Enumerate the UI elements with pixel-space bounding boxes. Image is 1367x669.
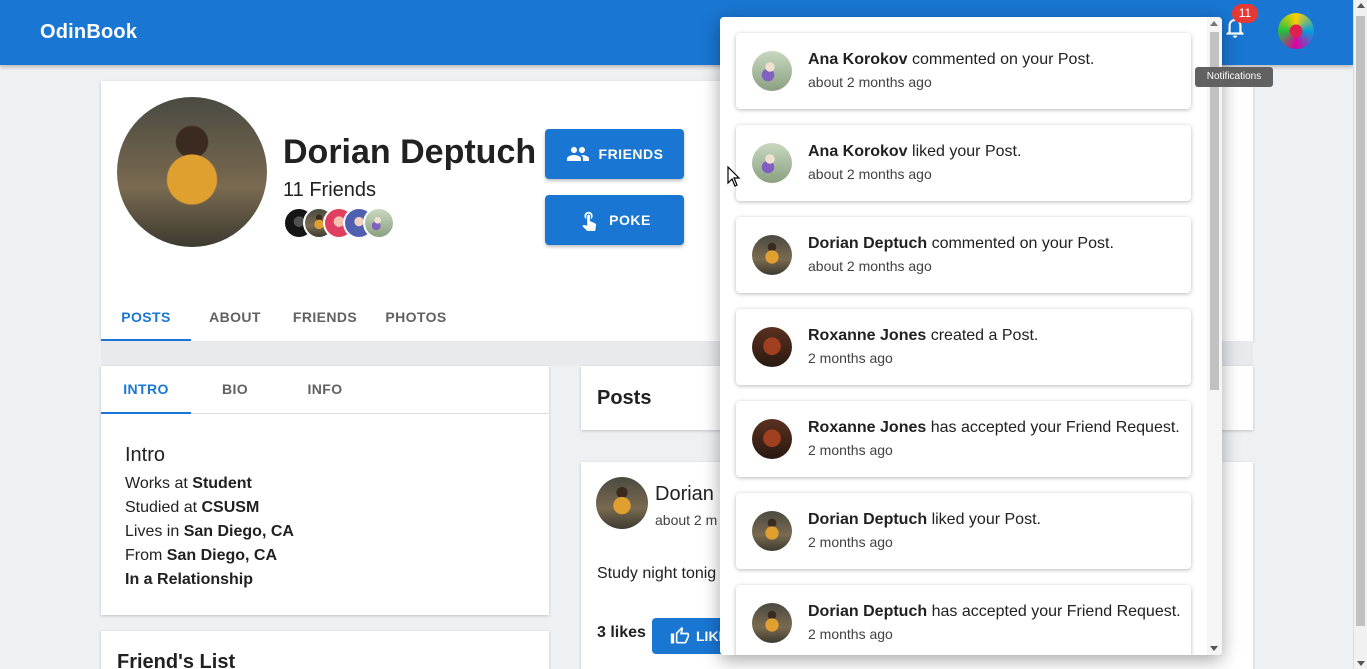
notification-badge: 11 bbox=[1232, 4, 1258, 23]
notification-user: Ana Korokov bbox=[808, 51, 908, 68]
posts-title: Posts bbox=[597, 387, 652, 409]
notification-text: Dorian Deptuch has accepted your Friend … bbox=[808, 603, 1181, 621]
notification-text: Ana Korokov liked your Post. bbox=[808, 143, 1021, 161]
intro-studied: Studied at CSUSM bbox=[125, 499, 260, 516]
panel-scrollbar[interactable] bbox=[1207, 17, 1222, 655]
friend-list-title: Friend's List bbox=[117, 651, 236, 669]
notifications-tooltip: Notifications bbox=[1195, 67, 1273, 87]
notification-item[interactable]: Dorian Deptuch liked your Post. 2 months … bbox=[736, 493, 1191, 569]
scroll-down-icon[interactable] bbox=[1210, 646, 1218, 651]
notification-time: about 2 months ago bbox=[808, 258, 932, 274]
tab-friends[interactable]: FRIENDS bbox=[287, 295, 363, 341]
intro-works: Works at Student bbox=[125, 475, 252, 492]
notification-text: Roxanne Jones has accepted your Friend R… bbox=[808, 419, 1180, 437]
avatar bbox=[752, 603, 792, 643]
notification-user: Dorian Deptuch bbox=[808, 603, 928, 620]
scroll-up-icon[interactable] bbox=[1210, 21, 1218, 26]
page-scrollbar[interactable] bbox=[1353, 0, 1367, 669]
avatar bbox=[752, 51, 792, 91]
intro-lives: Lives in San Diego, CA bbox=[125, 523, 294, 540]
notification-time: about 2 months ago bbox=[808, 74, 932, 90]
scroll-down-icon[interactable] bbox=[1357, 661, 1365, 666]
intro-title: Intro bbox=[125, 444, 166, 466]
notification-text: Ana Korokov commented on your Post. bbox=[808, 51, 1094, 69]
intro-relationship: In a Relationship bbox=[125, 571, 254, 588]
notification-item[interactable]: Dorian Deptuch has accepted your Friend … bbox=[736, 585, 1191, 655]
notification-user: Dorian Deptuch bbox=[808, 511, 928, 528]
notification-action: liked your Post. bbox=[927, 511, 1041, 528]
notification-action: has accepted your Friend Request. bbox=[927, 603, 1181, 620]
poke-button-label: POKE bbox=[609, 212, 651, 228]
friends-button[interactable]: FRIENDS bbox=[545, 129, 684, 179]
intro-card: INTRO BIO INFO Intro Works at Student St… bbox=[101, 366, 549, 615]
friends-button-label: FRIENDS bbox=[598, 146, 664, 162]
people-icon bbox=[566, 147, 589, 161]
intro-details: Works at Student Studied at CSUSM Lives … bbox=[125, 472, 294, 592]
notification-time: 2 months ago bbox=[808, 534, 893, 550]
notification-item[interactable]: Roxanne Jones created a Post. 2 months ag… bbox=[736, 309, 1191, 385]
avatar bbox=[752, 235, 792, 275]
avatar[interactable] bbox=[596, 477, 648, 529]
intro-tabs: INTRO BIO INFO bbox=[101, 366, 549, 414]
scroll-up-icon[interactable] bbox=[1357, 3, 1365, 8]
friend-list-card: Friend's List bbox=[101, 631, 549, 669]
avatar bbox=[752, 143, 792, 183]
notification-action: liked your Post. bbox=[907, 143, 1022, 160]
tab-bio[interactable]: BIO bbox=[201, 366, 269, 414]
notification-action: commented on your Post. bbox=[907, 51, 1095, 68]
notification-action: commented on your Post. bbox=[927, 235, 1114, 252]
friends-count: 11 Friends bbox=[283, 179, 377, 201]
intro-from: From San Diego, CA bbox=[125, 547, 278, 564]
notification-user: Dorian Deptuch bbox=[808, 235, 928, 252]
notification-user: Roxanne Jones bbox=[808, 419, 927, 436]
avatar bbox=[752, 327, 792, 367]
user-avatar[interactable] bbox=[1278, 13, 1314, 49]
notification-time: 2 months ago bbox=[808, 442, 893, 458]
notification-time: 2 months ago bbox=[808, 626, 893, 642]
notification-user: Roxanne Jones bbox=[808, 327, 927, 344]
notification-item[interactable]: Ana Korokov commented on your Post. about… bbox=[736, 33, 1191, 109]
profile-name: Dorian Deptuch bbox=[283, 133, 537, 171]
mouse-cursor-icon bbox=[727, 166, 741, 187]
post-likes: 3 likes bbox=[597, 624, 646, 641]
notification-item[interactable]: Ana Korokov liked your Post. about 2 mont… bbox=[736, 125, 1191, 201]
post-time: about 2 m bbox=[655, 512, 718, 528]
notification-time: 2 months ago bbox=[808, 350, 893, 366]
app-title[interactable]: OdinBook bbox=[40, 21, 137, 44]
avatar bbox=[752, 419, 792, 459]
notification-text: Dorian Deptuch liked your Post. bbox=[808, 511, 1041, 529]
notification-item[interactable]: Dorian Deptuch commented on your Post. ab… bbox=[736, 217, 1191, 293]
notifications-panel[interactable]: Ana Korokov commented on your Post. about… bbox=[720, 17, 1222, 655]
tab-intro[interactable]: INTRO bbox=[101, 366, 191, 414]
notification-item[interactable]: Roxanne Jones has accepted your Friend R… bbox=[736, 401, 1191, 477]
notification-text: Dorian Deptuch commented on your Post. bbox=[808, 235, 1114, 253]
profile-avatar bbox=[117, 97, 267, 247]
tab-info[interactable]: INFO bbox=[291, 366, 359, 414]
notification-time: about 2 months ago bbox=[808, 166, 932, 182]
notification-user: Ana Korokov bbox=[808, 143, 908, 160]
notification-text: Roxanne Jones created a Post. bbox=[808, 327, 1038, 345]
notification-action: has accepted your Friend Request. bbox=[926, 419, 1180, 436]
post-author[interactable]: Dorian bbox=[655, 483, 714, 506]
touch-icon bbox=[582, 211, 597, 231]
poke-button[interactable]: POKE bbox=[545, 195, 684, 245]
tab-photos[interactable]: PHOTOS bbox=[379, 295, 453, 341]
scroll-thumb[interactable] bbox=[1356, 16, 1365, 626]
avatar bbox=[752, 511, 792, 551]
avatar[interactable] bbox=[363, 207, 395, 239]
thumb-up-icon bbox=[670, 626, 690, 644]
post-text: Study night tonig bbox=[597, 565, 717, 582]
notification-action: created a Post. bbox=[926, 327, 1039, 344]
tab-posts[interactable]: POSTS bbox=[101, 295, 191, 341]
tab-about[interactable]: ABOUT bbox=[201, 295, 269, 341]
